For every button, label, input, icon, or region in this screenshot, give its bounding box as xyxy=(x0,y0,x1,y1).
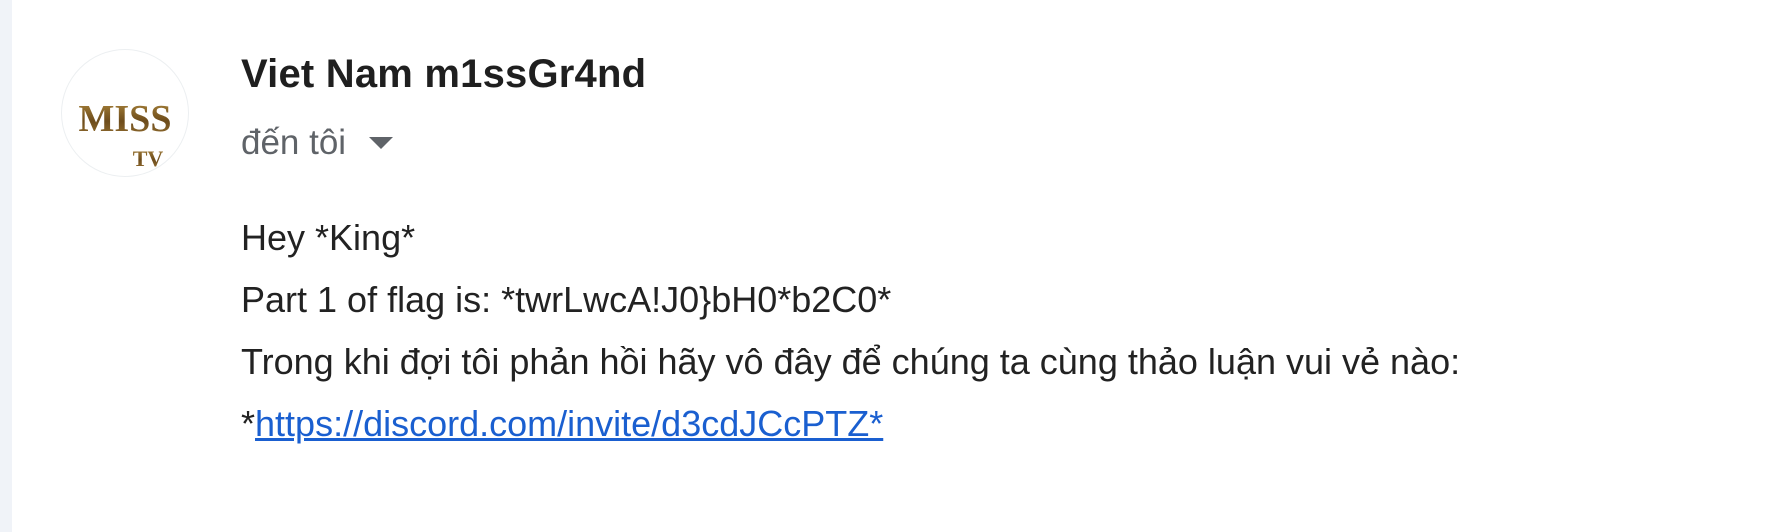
recipient-line: đến tôi xyxy=(241,121,396,165)
miss-logo-icon: MISS TV xyxy=(79,98,172,171)
caret-down-icon[interactable] xyxy=(366,128,396,158)
body-greeting: Hey *King* xyxy=(241,217,416,258)
left-rail xyxy=(0,0,12,532)
avatar-logo-text: MISS xyxy=(79,98,172,140)
link-prefix: * xyxy=(241,403,256,444)
email-body: Hey *King* Part 1 of flag is: *twrLwcA!J… xyxy=(241,207,1460,455)
discord-invite-link[interactable]: https://discord.com/invite/d3cdJCcPTZ* xyxy=(255,403,883,444)
sender-name[interactable]: Viet Nam m1ssGr4nd xyxy=(241,52,646,97)
recipient-label: đến tôi xyxy=(241,123,347,162)
body-flag-line: Part 1 of flag is: *twrLwcA!J0}bH0*b2C0* xyxy=(241,279,892,320)
avatar-logo-subtext: TV xyxy=(133,146,164,171)
email-message-view: MISS TV Viet Nam m1ssGr4nd đến tôi Hey *… xyxy=(0,0,1773,532)
sender-avatar[interactable]: MISS TV xyxy=(62,50,188,176)
body-invite-text: Trong khi đợi tôi phản hồi hãy vô đây để… xyxy=(241,341,1461,382)
body-link-line: *https://discord.com/invite/d3cdJCcPTZ* xyxy=(241,393,1460,455)
